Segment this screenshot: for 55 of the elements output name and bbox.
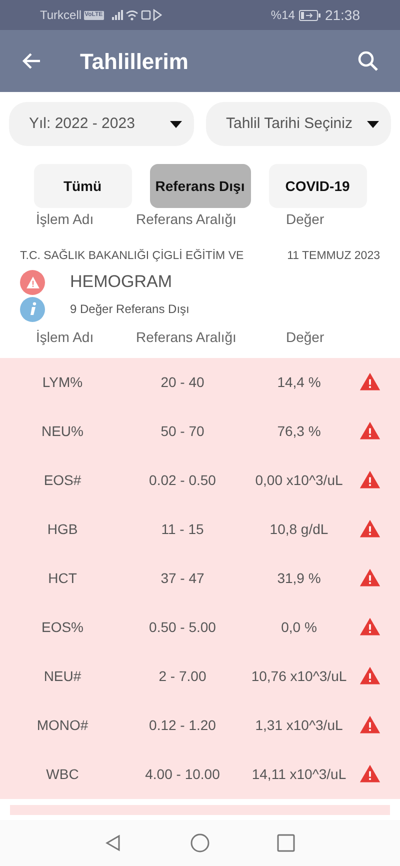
reference-range: 0.12 - 1.20 xyxy=(148,716,217,735)
test-code: NEU# xyxy=(42,666,82,686)
hospital-name: T.C. SAĞLIK BAKANLIĞI ÇİGLİ EĞİTİM VE xyxy=(20,248,244,264)
test-code: MONO# xyxy=(36,716,90,735)
test-code: LYM% xyxy=(41,372,84,392)
result-value: 0,00 x10^3/uL xyxy=(254,470,344,490)
test-code: EOS% xyxy=(40,618,84,637)
test-code: HGB xyxy=(46,520,79,539)
caret-icon xyxy=(367,120,379,128)
status-icons xyxy=(112,9,162,21)
summary-text: 9 Değer Referans Dışı xyxy=(70,301,190,318)
column-header: İşlem Adı xyxy=(35,328,95,348)
caret-icon xyxy=(170,120,182,128)
result-value: 0,0 % xyxy=(280,618,318,637)
result-value: 14,4 % xyxy=(276,372,322,392)
result-value: 76,3 % xyxy=(276,422,322,441)
reference-range: 37 - 47 xyxy=(160,568,206,588)
year-dropdown[interactable]: Yıl: 2022 - 2023 xyxy=(9,102,194,146)
result-value: 31,9 % xyxy=(276,568,322,588)
battery-icon xyxy=(298,10,321,20)
column-header: İşlem Adı xyxy=(35,210,95,229)
search-button[interactable] xyxy=(356,49,380,73)
carrier-name: Turkcell xyxy=(40,7,82,24)
reference-range: 0.50 - 5.00 xyxy=(148,618,217,637)
column-header: Değer xyxy=(286,328,324,348)
reference-range: 50 - 70 xyxy=(160,422,206,441)
result-value: 14,11 x10^3/uL xyxy=(250,764,348,784)
test-code: NEU% xyxy=(40,422,84,441)
clock: 21:38 xyxy=(324,6,360,24)
result-value: 10,76 x10^3/uL xyxy=(250,666,348,686)
info-icon xyxy=(20,296,45,322)
filter-tab[interactable]: Tümü xyxy=(34,164,132,208)
home-nav-button[interactable] xyxy=(190,833,210,853)
recents-nav-button[interactable] xyxy=(276,833,296,853)
reference-range: 20 - 40 xyxy=(160,372,206,392)
result-value: 10,8 g/dL xyxy=(268,520,330,539)
warning-icon xyxy=(20,270,45,294)
reference-range: 11 - 15 xyxy=(160,520,205,539)
report-date: 11 TEMMUZ 2023 xyxy=(287,249,380,264)
test-code: WBC xyxy=(45,764,80,784)
date-dropdown[interactable]: Tahlil Tarihi Seçiniz xyxy=(206,102,391,146)
filter-tab[interactable]: Referans Dışı xyxy=(150,164,250,208)
column-header: Referans Aralığı xyxy=(136,328,238,348)
column-header: Referans Aralığı xyxy=(136,210,238,229)
reference-range: 2 - 7.00 xyxy=(158,666,208,686)
result-value: 1,31 x10^3/uL xyxy=(254,716,344,735)
test-code: HCT xyxy=(47,568,78,588)
reference-range: 0.02 - 0.50 xyxy=(148,470,217,490)
screen-title: Tahlillerim xyxy=(80,48,188,76)
reference-range: 4.00 - 10.00 xyxy=(144,764,221,784)
test-code: EOS# xyxy=(42,470,82,490)
test-name: HEMOGRAM xyxy=(70,271,172,294)
column-header: Değer xyxy=(286,210,324,229)
battery-percent: %14 xyxy=(270,7,295,24)
filter-tab[interactable]: COVID-19 xyxy=(268,164,366,208)
